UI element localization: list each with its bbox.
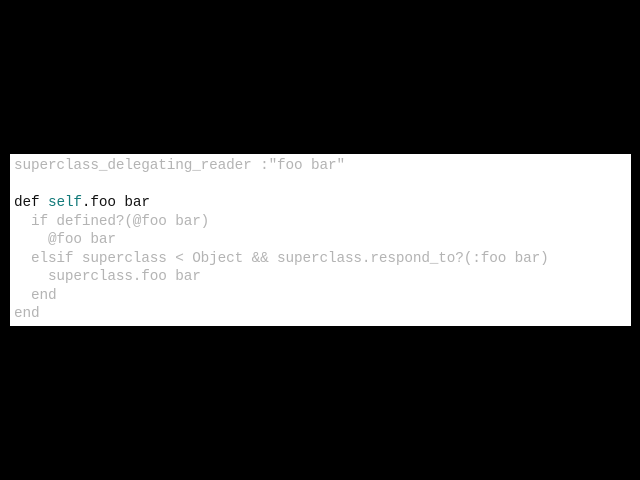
code-line-4: if defined?(@foo bar) (14, 213, 210, 230)
code-line-2-blank (14, 176, 631, 195)
code-line-9: end (14, 306, 40, 322)
code-line-3: def self.foo bar (14, 194, 631, 213)
code-line-6: elsif superclass < Object && superclass.… (14, 250, 549, 267)
code-line-5: @foo bar (14, 232, 116, 248)
code-line-7: superclass.foo bar (14, 269, 201, 285)
code-line-1: superclass_delegating_reader :"foo bar" (14, 158, 345, 174)
method-name: .foo bar (81, 195, 150, 211)
def-keyword: def (14, 195, 40, 211)
code-line-8: end (14, 287, 57, 304)
code-panel: superclass_delegating_reader :"foo bar" … (10, 154, 631, 326)
self-keyword: self (47, 195, 82, 211)
